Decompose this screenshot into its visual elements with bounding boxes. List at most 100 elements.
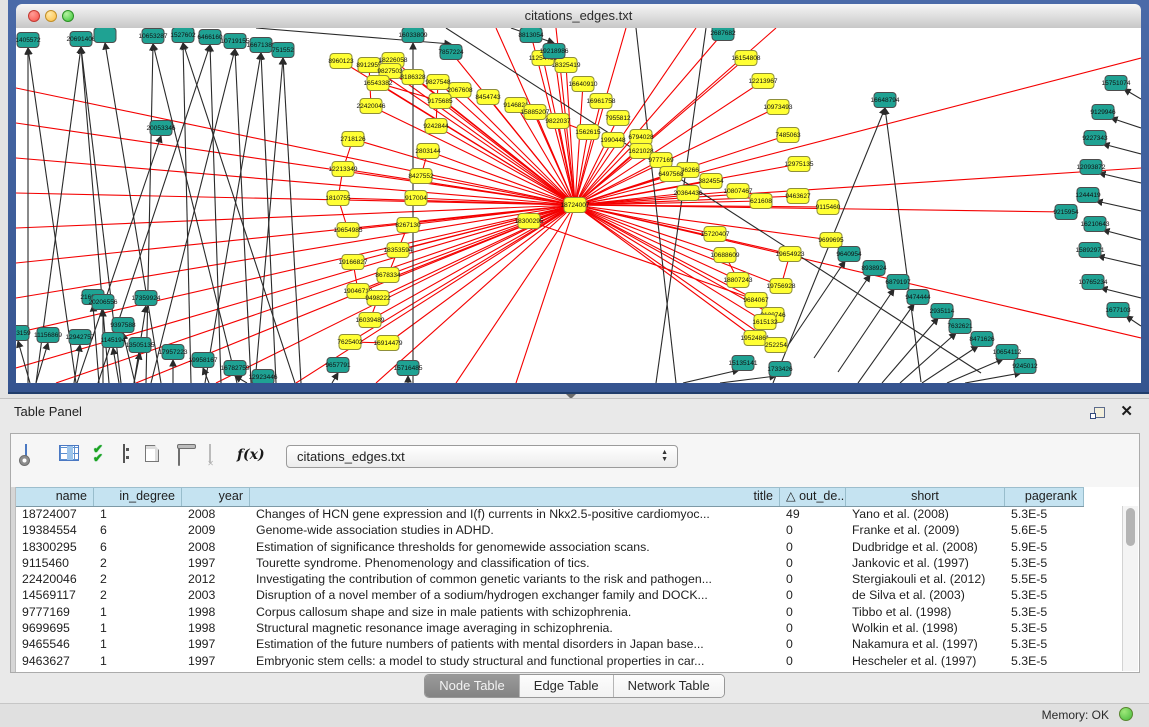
table-mode-icon[interactable] xyxy=(25,444,27,463)
graph-node[interactable]: 16543382 xyxy=(364,76,393,91)
scrollbar-thumb[interactable] xyxy=(1126,508,1135,546)
graph-node[interactable]: 13505135 xyxy=(126,338,155,353)
table-row[interactable]: 1872400712008Changes of HCN gene express… xyxy=(16,506,1121,522)
graph-node[interactable]: 621608 xyxy=(750,194,772,209)
graph-node[interactable]: 8427552 xyxy=(408,169,434,184)
graph-node[interactable]: 6466160 xyxy=(197,30,223,45)
graph-node[interactable]: 20206556 xyxy=(89,295,118,310)
graph-node[interactable]: 10654112 xyxy=(993,345,1022,360)
graph-node[interactable]: 19218986 xyxy=(540,44,569,59)
table-row[interactable]: 911546021997Tourette syndrome. Phenomeno… xyxy=(16,555,1121,571)
graph-node[interactable]: 1615132 xyxy=(752,315,778,330)
graph-node[interactable]: 9498222 xyxy=(365,291,391,306)
citation-edge-black[interactable] xyxy=(1103,144,1141,154)
close-window-button[interactable] xyxy=(28,10,40,22)
graph-node[interactable]: 10688609 xyxy=(711,248,740,263)
graph-node[interactable]: 8267130 xyxy=(395,218,421,233)
graph-node[interactable]: 16640910 xyxy=(569,77,598,92)
close-panel-icon[interactable]: ✕ xyxy=(1120,402,1133,420)
graph-node[interactable]: 1677103 xyxy=(1105,303,1131,318)
citation-edge-black[interactable] xyxy=(965,373,1021,383)
graph-node[interactable]: 15720407 xyxy=(701,227,730,242)
delete-column-icon[interactable] xyxy=(178,447,180,466)
citation-edge-black[interactable] xyxy=(720,376,776,383)
citation-edge-red[interactable] xyxy=(436,126,575,205)
citation-edge-black[interactable] xyxy=(151,49,235,383)
citation-edge-black[interactable] xyxy=(1098,256,1141,266)
graph-node[interactable]: 252254 xyxy=(765,338,787,353)
graph-node[interactable]: 19958167 xyxy=(189,353,218,368)
citation-edge-black[interactable] xyxy=(36,343,48,383)
graph-node[interactable]: 6794028 xyxy=(628,130,654,145)
graph-node[interactable]: 8938924 xyxy=(861,261,887,276)
graph-node[interactable]: 8678334 xyxy=(375,268,401,283)
graph-node[interactable]: 1990448 xyxy=(600,133,626,148)
citation-edge-red[interactable] xyxy=(16,88,575,205)
citation-edge-red[interactable] xyxy=(575,205,725,255)
graph-node[interactable]: 17359924 xyxy=(132,291,161,306)
citation-edge-red[interactable] xyxy=(575,205,1141,338)
graph-node[interactable]: 751552 xyxy=(272,43,294,58)
citation-edge-black[interactable] xyxy=(814,275,870,358)
graph-node[interactable]: 9129946 xyxy=(1090,105,1116,120)
graph-node[interactable]: 15892971 xyxy=(1076,243,1105,258)
graph-node[interactable]: 12923446 xyxy=(249,370,278,384)
graph-node[interactable]: 1562615 xyxy=(575,125,601,140)
graph-node[interactable]: 1393159 xyxy=(16,326,31,341)
citation-edge-red[interactable] xyxy=(456,205,575,383)
citation-edge-black[interactable] xyxy=(922,346,978,383)
column-header-out_de[interactable]: △ out_de... xyxy=(780,488,846,506)
graph-node[interactable]: 16039489 xyxy=(356,313,385,328)
minimize-window-button[interactable] xyxy=(45,10,57,22)
graph-node[interactable]: 8813054 xyxy=(518,28,544,43)
citation-edge-black[interactable] xyxy=(210,45,221,383)
column-visibility-icon[interactable] xyxy=(59,445,79,461)
graph-node[interactable]: 7955812 xyxy=(605,111,631,126)
graph-node[interactable]: 16914479 xyxy=(374,336,403,351)
graph-node[interactable]: 9175685 xyxy=(427,94,453,109)
graph-node[interactable]: 9463627 xyxy=(785,189,811,204)
graph-node[interactable]: 16154808 xyxy=(732,51,761,66)
network-window-titlebar[interactable]: citations_edges.txt xyxy=(16,4,1141,29)
graph-node[interactable]: 1405572 xyxy=(16,33,41,48)
graph-node[interactable]: 15135141 xyxy=(729,356,758,371)
graph-node[interactable]: 2718126 xyxy=(340,132,366,147)
citation-edge-red[interactable] xyxy=(575,205,781,286)
graph-node[interactable]: 2687682 xyxy=(710,28,736,41)
table-row[interactable]: 946362711997Embryonic stem cells: a mode… xyxy=(16,653,1121,669)
graph-node[interactable]: 10653287 xyxy=(139,29,168,44)
hub-node[interactable]: 18724007 xyxy=(561,198,590,213)
new-column-icon[interactable] xyxy=(145,445,159,462)
graph-node[interactable]: 9397588 xyxy=(110,318,136,333)
graph-node[interactable]: 9777169 xyxy=(648,153,674,168)
citation-edge-black[interactable] xyxy=(1103,230,1141,240)
table-row[interactable]: 1456911722003Disruption of a novel membe… xyxy=(16,587,1121,603)
graph-node[interactable]: 16648794 xyxy=(871,93,900,108)
graph-node[interactable]: 7632621 xyxy=(947,319,973,334)
table-row[interactable]: 969969511998Structural magnetic resonanc… xyxy=(16,620,1121,636)
graph-node[interactable]: 1145194 xyxy=(101,333,126,348)
graph-node[interactable]: 12213967 xyxy=(749,74,778,89)
graph-node[interactable]: 10719155 xyxy=(221,34,250,49)
citation-edge-black[interactable] xyxy=(1126,316,1141,326)
citation-edge-black[interactable] xyxy=(113,348,119,383)
graph-node[interactable]: 1733426 xyxy=(767,362,793,377)
column-header-in_degree[interactable]: in_degree xyxy=(94,488,182,506)
column-header-year[interactable]: year xyxy=(182,488,250,506)
citation-edge-black[interactable] xyxy=(332,373,338,383)
graph-node[interactable]: 8471626 xyxy=(969,332,995,347)
graph-node[interactable]: 18353594 xyxy=(384,243,413,258)
vertical-scrollbar[interactable] xyxy=(1122,506,1138,671)
citation-edge-black[interactable] xyxy=(203,368,209,383)
graph-node[interactable]: 9474444 xyxy=(905,290,931,305)
graph-node[interactable]: 10807467 xyxy=(724,184,753,199)
graph-node[interactable]: 9215954 xyxy=(1053,205,1079,220)
tab-edge-table[interactable]: Edge Table xyxy=(520,675,614,697)
citation-edge-black[interactable] xyxy=(153,44,237,383)
citation-edge-black[interactable] xyxy=(283,58,301,383)
citation-edge-black[interactable] xyxy=(789,261,845,344)
tab-node-table[interactable]: Node Table xyxy=(425,675,520,697)
citation-edge-black[interactable] xyxy=(838,289,894,372)
citation-edge-black[interactable] xyxy=(235,49,251,383)
graph-node[interactable]: 9115460 xyxy=(816,200,841,215)
